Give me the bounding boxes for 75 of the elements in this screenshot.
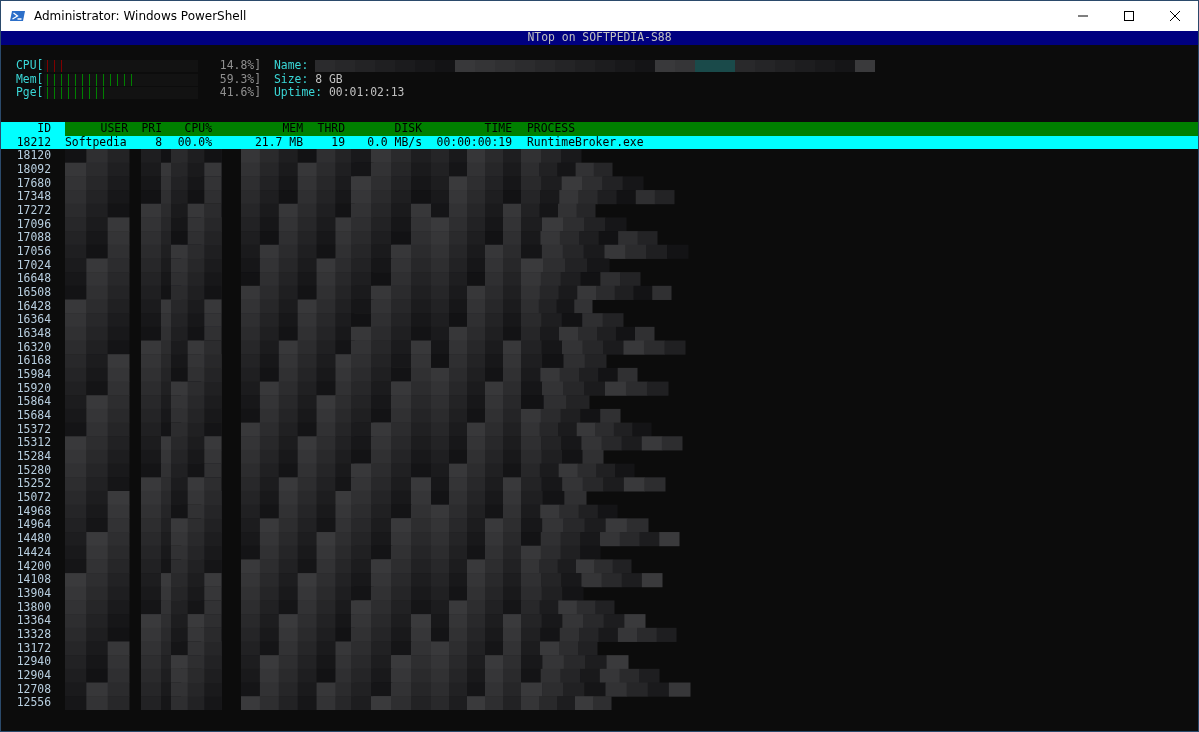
process-id: 17056 (15, 245, 52, 259)
process-id: 16508 (15, 286, 52, 300)
process-id: 15312 (15, 436, 52, 451)
process-id: 17348 (15, 190, 52, 205)
process-id: 16364 (15, 313, 52, 328)
process-id: 17680 (15, 176, 52, 191)
column-header[interactable]: THRD (303, 122, 345, 136)
process-id: 18120 (15, 149, 52, 163)
process-id: 17272 (15, 204, 52, 218)
process-id: 14424 (15, 545, 52, 560)
process-id: 16320 (15, 340, 52, 355)
process-id: 16348 (15, 327, 52, 341)
window-title: Administrator: Windows PowerShell (34, 9, 247, 23)
column-header[interactable]: CPU% (162, 122, 212, 136)
process-id: 16168 (15, 354, 52, 369)
process-id: 15072 (15, 491, 52, 505)
process-id: 16428 (15, 299, 52, 314)
table-cell-text: RuntimeBroker.exe (526, 135, 645, 150)
table-cell-text: 21.7 MB (254, 135, 303, 150)
powershell-icon (10, 8, 26, 24)
process-id: 14964 (15, 518, 52, 533)
process-id: 15252 (15, 477, 52, 492)
table-cell-text: 0.0 MB/s (366, 135, 422, 150)
table-cell-text: 00:00:00:19 (435, 135, 512, 150)
process-id: 15280 (15, 463, 52, 478)
column-header[interactable]: ID (1, 122, 65, 136)
table-cell-text: 00.0% (176, 135, 212, 150)
column-header[interactable]: TIME (422, 122, 512, 136)
info-label: Size: (274, 72, 309, 86)
process-id: 17024 (15, 258, 52, 273)
process-id: 14480 (15, 532, 52, 546)
table-cell: Softpedia (65, 135, 128, 150)
column-header[interactable]: MEM (212, 122, 303, 136)
column-header[interactable]: DISK (345, 122, 422, 136)
process-id: 15920 (15, 381, 52, 396)
process-id: 13328 (15, 627, 52, 642)
table-cell-text: 19 (330, 135, 345, 150)
meter-label: CPU[ (16, 59, 44, 73)
process-id: 13364 (15, 614, 52, 628)
meter-reading: 41.6%] (218, 86, 261, 101)
column-header[interactable]: USER (65, 122, 128, 136)
meter-label: Pge[ (16, 86, 44, 101)
column-header[interactable]: PRI (128, 122, 162, 136)
process-id: 15284 (15, 450, 52, 464)
process-id: 18092 (15, 163, 52, 177)
process-id: 17096 (15, 217, 52, 232)
process-id: 12556 (15, 696, 52, 710)
process-id: 17088 (15, 231, 52, 246)
info-value: 00:01:02:13 (329, 86, 405, 101)
process-id: 12904 (15, 668, 52, 683)
meter-reading: 59.3%] (218, 72, 261, 86)
process-id: 14200 (15, 559, 52, 574)
meter-reading: 14.8%] (218, 59, 261, 73)
process-id: 13904 (15, 586, 52, 601)
process-id: 16648 (15, 272, 52, 287)
process-id: 12708 (15, 682, 52, 697)
process-id: 14968 (15, 504, 52, 519)
info-value: 8 GB (315, 72, 343, 86)
close-icon (1170, 11, 1180, 21)
process-id: 15372 (15, 422, 52, 437)
meter-label: Mem[ (16, 72, 44, 86)
process-id: 13800 (15, 600, 52, 615)
column-header[interactable]: PROCESS (512, 122, 1198, 136)
table-cell-text: 8 (154, 135, 162, 150)
process-id: 15864 (15, 395, 52, 410)
process-id: 15984 (15, 368, 52, 382)
process-id: 15684 (15, 409, 52, 423)
process-id: 14108 (15, 573, 52, 587)
process-id: 13172 (15, 641, 52, 656)
maximize-icon (1124, 11, 1134, 21)
banner-title: NTop on SOFTPEDIA-S88 (527, 31, 672, 45)
table-cell-text: 18212 (15, 135, 52, 150)
info-label: Name: (274, 59, 309, 73)
process-id: 12940 (15, 655, 52, 669)
info-label: Uptime: (274, 86, 322, 101)
